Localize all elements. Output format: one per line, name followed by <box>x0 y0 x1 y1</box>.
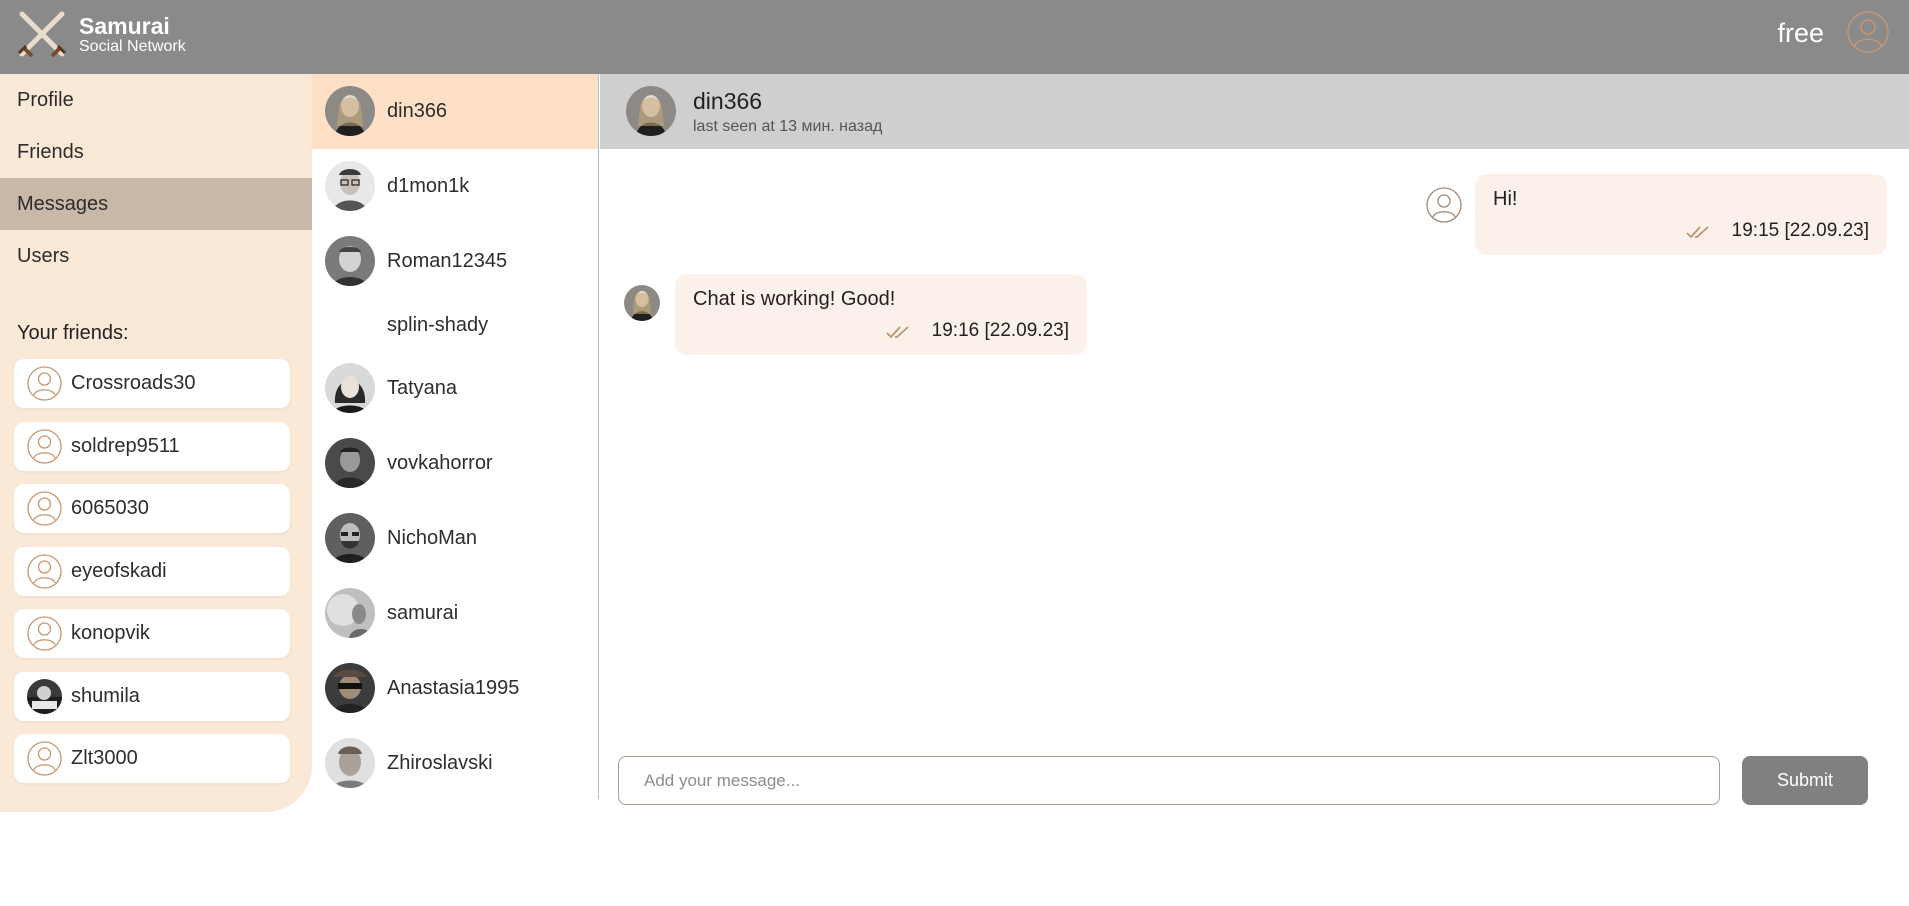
sidebar-nav: Profile Friends Messages Users Your frie… <box>0 74 312 812</box>
dialog-item[interactable]: Roman12345 <box>312 224 598 299</box>
friend-card[interactable]: konopvik <box>14 609 290 658</box>
nav-item-messages[interactable]: Messages <box>0 178 312 230</box>
dialog-name: vovkahorror <box>387 452 493 474</box>
user-avatar-icon[interactable] <box>1847 11 1889 53</box>
nav-item-friends[interactable]: Friends <box>0 126 312 178</box>
chat-partner-avatar[interactable] <box>626 86 676 136</box>
message-text: Chat is working! Good! <box>693 288 896 310</box>
dialog-avatar <box>325 588 375 638</box>
friend-name: Crossroads30 <box>71 372 196 394</box>
own-avatar-icon <box>1426 187 1462 223</box>
friend-card[interactable]: Zlt3000 <box>14 734 290 783</box>
dialog-avatar <box>325 236 375 286</box>
friend-name: konopvik <box>71 622 150 644</box>
app-header: Samurai Social Network free <box>0 0 1909 74</box>
dialog-item[interactable]: din366 <box>312 74 598 149</box>
friend-card[interactable]: Crossroads30 <box>14 359 290 408</box>
dialog-name: Roman12345 <box>387 250 508 272</box>
login-name[interactable]: free <box>1777 18 1824 49</box>
friend-name: shumila <box>71 685 140 707</box>
user-outline-icon <box>27 554 62 589</box>
dialog-name: Anastasia1995 <box>387 677 520 699</box>
brand-subtitle: Social Network <box>79 38 186 55</box>
dialog-avatar <box>325 738 375 788</box>
friend-name: Zlt3000 <box>71 747 138 769</box>
dialog-name: d1mon1k <box>387 175 470 197</box>
dialog-item[interactable]: Anastasia1995 <box>312 651 598 726</box>
crossed-swords-icon[interactable] <box>16 8 68 60</box>
dialog-item[interactable]: Tatyana <box>312 351 598 426</box>
last-seen-text: last seen at 13 мин. назад <box>693 118 883 135</box>
friends-section-title: Your friends: <box>17 322 129 344</box>
double-check-icon <box>1686 226 1709 239</box>
message-bubble-own: Hi! 19:15 [22.09.23] <box>1475 174 1887 255</box>
message-bubble-partner: Chat is working! Good! 19:16 [22.09.23] <box>675 274 1087 355</box>
friend-name: 6065030 <box>71 497 149 519</box>
dialogs-list: din366 d1mon1k Roman12345 splin-shady Ta… <box>312 74 599 799</box>
dialog-name: Zhiroslavski <box>387 752 493 774</box>
friend-photo-avatar <box>27 679 62 714</box>
nav-item-users[interactable]: Users <box>0 230 312 282</box>
friend-card[interactable]: shumila <box>14 672 290 721</box>
dialog-item[interactable]: Zhiroslavski <box>312 726 598 801</box>
dialog-item[interactable]: splin-shady <box>312 299 598 351</box>
brand-title: Samurai <box>79 13 170 39</box>
user-outline-icon <box>27 491 62 526</box>
dialog-avatar <box>325 438 375 488</box>
double-check-icon <box>886 326 909 339</box>
dialog-avatar <box>325 86 375 136</box>
dialog-name: samurai <box>387 602 459 624</box>
user-outline-icon <box>27 741 62 776</box>
message-text: Hi! <box>1493 188 1518 210</box>
dialog-name: splin-shady <box>387 314 489 336</box>
friend-card[interactable]: 6065030 <box>14 484 290 533</box>
dialog-avatar <box>325 161 375 211</box>
friend-card[interactable]: eyeofskadi <box>14 547 290 596</box>
partner-message-avatar <box>624 285 660 321</box>
submit-button[interactable]: Submit <box>1742 756 1868 805</box>
dialog-item[interactable]: vovkahorror <box>312 426 598 501</box>
message-time: 19:16 [22.09.23] <box>931 320 1069 341</box>
user-outline-icon <box>27 616 62 651</box>
dialog-item[interactable]: NichoMan <box>312 501 598 576</box>
dialog-name: NichoMan <box>387 527 478 549</box>
friend-name: eyeofskadi <box>71 560 167 582</box>
dialog-item[interactable]: samurai <box>312 576 598 651</box>
friend-card[interactable]: soldrep9511 <box>14 422 290 471</box>
chat-header: din366 last seen at 13 мин. назад <box>600 74 1909 149</box>
message-time: 19:15 [22.09.23] <box>1731 220 1869 241</box>
message-input[interactable] <box>618 756 1720 805</box>
dialog-item[interactable]: d1mon1k <box>312 149 598 224</box>
user-outline-icon <box>27 366 62 401</box>
dialog-name: Tatyana <box>387 377 458 399</box>
user-outline-icon <box>27 429 62 464</box>
chat-partner-name: din366 <box>693 88 763 114</box>
dialog-avatar <box>325 363 375 413</box>
friend-name: soldrep9511 <box>71 435 180 457</box>
nav-item-profile[interactable]: Profile <box>0 74 312 126</box>
dialog-avatar <box>325 513 375 563</box>
dialog-name: din366 <box>387 100 448 122</box>
dialog-avatar <box>325 663 375 713</box>
